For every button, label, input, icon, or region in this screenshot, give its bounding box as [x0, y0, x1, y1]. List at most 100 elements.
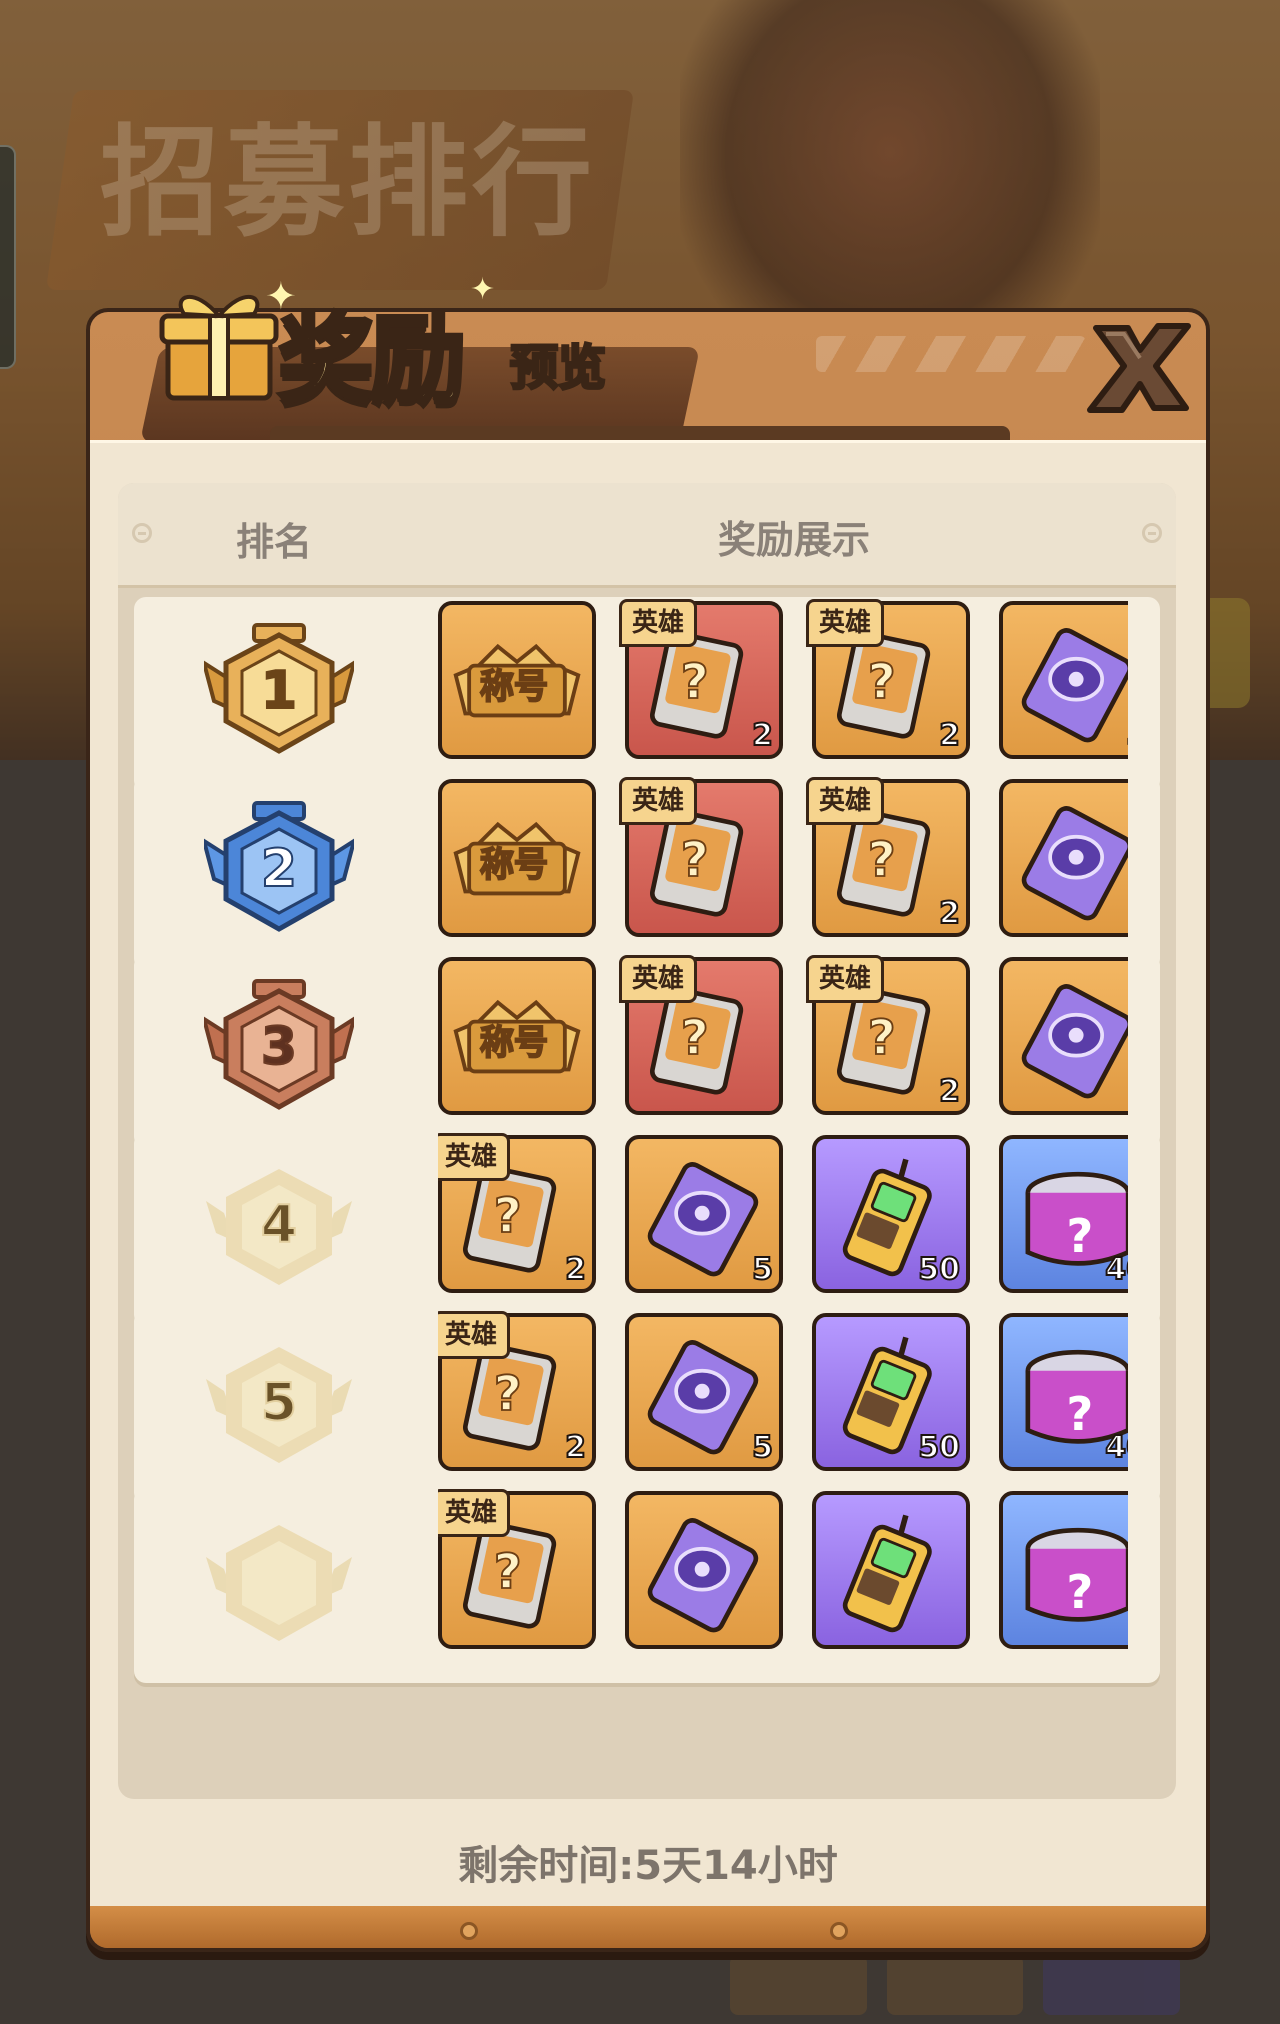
walkie-talkie-icon	[842, 1514, 932, 1633]
rank-medal-icon: 1	[200, 617, 358, 767]
rank-number: 1	[260, 660, 298, 722]
svg-text:?: ?	[494, 1188, 522, 1244]
item-count: 50	[917, 1429, 961, 1466]
title-badge-icon: 称号	[450, 813, 584, 903]
background-side-tab	[0, 145, 16, 369]
purple-card-icon	[647, 1340, 759, 1455]
reward-item-hero-card[interactable]: ? 英雄 2	[806, 599, 970, 759]
svg-text:?: ?	[1066, 1565, 1093, 1619]
rank-number: 2	[260, 838, 298, 900]
rank-row: 2 称号 ? 英雄 ? 英雄 2	[134, 775, 1160, 971]
title-badge-label: 称号	[479, 844, 549, 886]
reward-item-hero-card[interactable]: ? 英雄 2	[438, 1311, 596, 1471]
svg-text:?: ?	[1066, 1387, 1093, 1441]
svg-text:?: ?	[681, 1010, 709, 1066]
reward-item-hero-card[interactable]: ? 英雄 2	[438, 1133, 596, 1293]
reward-item-walkie-talkie[interactable]	[812, 1491, 970, 1649]
title-badge-label: 称号	[479, 1022, 549, 1064]
modal-title: 奖励	[276, 302, 468, 418]
item-count: 2	[938, 1073, 961, 1110]
hero-tag: 英雄	[619, 599, 698, 647]
hero-tag: 英雄	[438, 1133, 511, 1181]
reward-item-mystery-can[interactable]: ? 40	[999, 1313, 1128, 1471]
frame-notch	[270, 426, 1010, 440]
reward-preview-modal: ✦ ✦ 奖励 预览 排名 奖励展示 1 称号 ?英雄2 ?英雄2 5	[86, 272, 1210, 1952]
rank-row: 1 称号 ? 英雄 2 ? 英雄 2 5	[134, 597, 1160, 793]
background-bottom-items	[730, 1955, 1181, 2015]
reward-items: ? 英雄 ?	[438, 1487, 1128, 1683]
item-count: 50	[917, 1251, 961, 1288]
hero-tag: 英雄	[619, 955, 698, 1003]
reward-item-purple-card[interactable]: 5	[625, 1135, 783, 1293]
column-header-rewards: 奖励展示	[718, 518, 871, 562]
reward-items: 称号 ? 英雄 ? 英雄 2	[438, 775, 1128, 971]
close-button[interactable]	[1078, 312, 1198, 422]
reward-item-hero-card[interactable]: ? 英雄 2	[806, 955, 970, 1115]
reward-items: 称号 ? 英雄 ? 英雄 2	[438, 953, 1128, 1149]
reward-item-mystery-can[interactable]: ? 40	[999, 1135, 1128, 1293]
background-title: 招募排行	[100, 114, 596, 253]
reward-item-title-badge[interactable]: 称号	[438, 957, 596, 1115]
item-count: 40	[1104, 1429, 1128, 1466]
rank-number: 4	[260, 1194, 298, 1256]
svg-text:?: ?	[494, 1366, 522, 1422]
reward-item-title-badge[interactable]: 称号	[438, 601, 596, 759]
purple-card-icon	[647, 1162, 759, 1277]
svg-text:?: ?	[1066, 1209, 1093, 1263]
reward-item-hero-card[interactable]: ? 英雄	[619, 777, 783, 937]
rank-row: 4 ? 英雄 2 5 50 ? 40	[134, 1131, 1160, 1327]
title-badge-label: 称号	[479, 666, 549, 708]
reward-item-mystery-can[interactable]: ?	[999, 1491, 1128, 1649]
hero-tag: 英雄	[806, 955, 885, 1003]
reward-item-hero-card[interactable]: ? 英雄 2	[806, 777, 970, 937]
column-header-rank: 排名	[236, 520, 313, 564]
item-count: 2	[564, 1429, 587, 1466]
reward-item-purple-card[interactable]: 5	[999, 601, 1128, 759]
item-count: 2	[564, 1251, 587, 1288]
rank-row: ? 英雄 ?	[134, 1487, 1160, 1683]
svg-text:?: ?	[681, 654, 709, 710]
table-header: 排名 奖励展示	[118, 483, 1176, 588]
rank-medal-icon	[204, 1507, 354, 1657]
reward-item-title-badge[interactable]: 称号	[438, 779, 596, 937]
reward-item-hero-card[interactable]: ? 英雄	[438, 1489, 596, 1649]
svg-text:?: ?	[868, 832, 896, 888]
header-stripes	[816, 336, 1086, 372]
reward-item-purple-card[interactable]: 5	[625, 1313, 783, 1471]
hero-tag: 英雄	[438, 1311, 511, 1359]
reward-item-purple-card[interactable]	[625, 1491, 783, 1649]
ranking-table: 排名 奖励展示 1 称号 ? 英雄 2 ? 英雄 2 5 2 称号 ? 英雄 ? 英雄 2	[118, 483, 1176, 1799]
purple-card-icon	[1021, 984, 1128, 1099]
reward-item-hero-card[interactable]: ? 英雄	[619, 955, 783, 1115]
reward-items: ? 英雄 2 5 50 ? 40	[438, 1131, 1128, 1327]
sparkle-icon: ✦	[470, 272, 496, 307]
item-count: 5	[751, 1251, 774, 1288]
item-count: 5	[751, 1429, 774, 1466]
rim-knob	[460, 1922, 478, 1940]
modal-bottom-rim	[90, 1906, 1206, 1948]
rank-number: 5	[260, 1372, 298, 1434]
rank-row: 3 称号 ? 英雄 ? 英雄 2	[134, 953, 1160, 1149]
reward-item-walkie-talkie[interactable]: 50	[812, 1313, 970, 1471]
item-count: 2	[938, 895, 961, 932]
reward-item-walkie-talkie[interactable]: 50	[812, 1135, 970, 1293]
reward-item-hero-card[interactable]: ? 英雄 2	[619, 599, 783, 759]
rank-row: 5 ? 英雄 2 5 50 ? 40	[134, 1309, 1160, 1505]
item-count: 2	[751, 717, 774, 754]
reward-item-purple-card[interactable]	[999, 957, 1128, 1115]
rank-medal-icon: 5	[204, 1329, 354, 1479]
title-badge-icon: 称号	[450, 991, 584, 1081]
item-count: 40	[1104, 1251, 1128, 1288]
hero-tag: 英雄	[619, 777, 698, 825]
svg-text:?: ?	[868, 1010, 896, 1066]
ranking-list[interactable]: 1 称号 ?英雄2 ?英雄2 5 2 称号 ?英雄 ?英雄2 3 称号 ?英雄 …	[118, 597, 1176, 1793]
title-badge-icon: 称号	[450, 635, 584, 725]
header-dot-icon	[1142, 523, 1162, 543]
mystery-can-icon: ?	[1025, 1527, 1128, 1622]
svg-text:?: ?	[868, 654, 896, 710]
rim-knob	[830, 1922, 848, 1940]
purple-card-icon	[647, 1518, 759, 1633]
rank-medal-icon: 2	[200, 795, 358, 945]
reward-item-purple-card[interactable]	[999, 779, 1128, 937]
close-x-icon	[1087, 323, 1191, 413]
